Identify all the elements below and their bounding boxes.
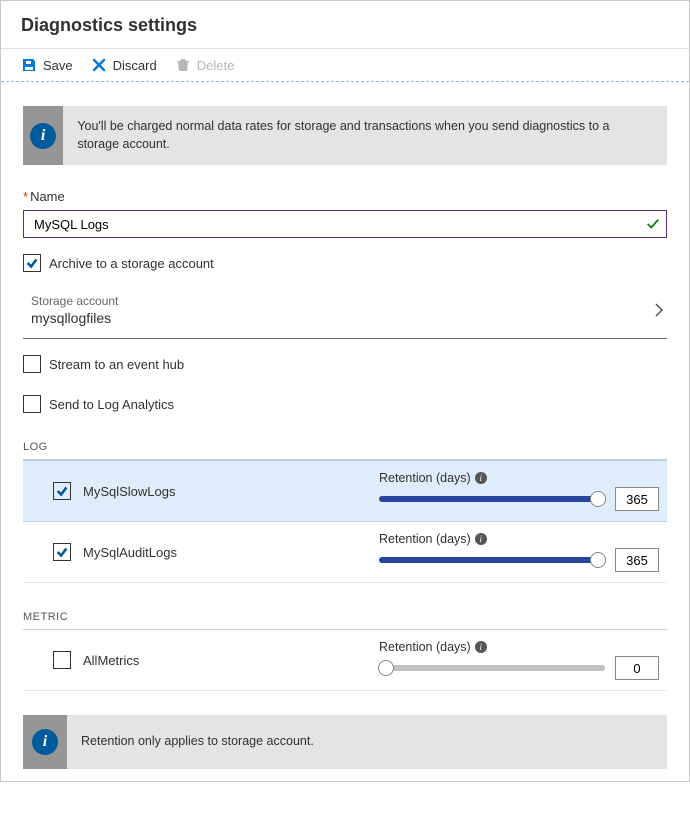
stream-option[interactable]: Stream to an event hub <box>23 355 667 373</box>
content-area: i You'll be charged normal data rates fo… <box>1 82 689 817</box>
delete-label: Delete <box>197 58 235 73</box>
discard-button[interactable]: Discard <box>91 57 157 73</box>
info-text-bottom: Retention only applies to storage accoun… <box>67 715 328 769</box>
storage-label: Storage account <box>31 294 118 308</box>
storage-value: mysqllogfiles <box>31 310 118 326</box>
storage-account-picker[interactable]: Storage account mysqllogfiles <box>31 294 667 326</box>
allmetrics-checkbox[interactable] <box>53 651 71 669</box>
allmetrics-label: AllMetrics <box>83 653 367 668</box>
log-section-heading: LOG <box>23 433 667 460</box>
name-label: Name <box>30 189 65 204</box>
delete-button: Delete <box>175 57 235 73</box>
page-title: Diagnostics settings <box>21 15 669 36</box>
analytics-checkbox[interactable] <box>23 395 41 413</box>
allmetrics-retention-slider[interactable] <box>379 659 605 677</box>
archive-label: Archive to a storage account <box>49 256 214 271</box>
info-text-top: You'll be charged normal data rates for … <box>63 106 667 165</box>
name-input[interactable] <box>32 212 646 236</box>
trash-icon <box>175 57 191 73</box>
save-label: Save <box>43 58 73 73</box>
auditlogs-checkbox[interactable] <box>53 543 71 561</box>
allmetrics-retention-input[interactable] <box>615 656 659 680</box>
required-indicator: * <box>23 189 28 204</box>
info-icon-wrap: i <box>23 715 67 769</box>
info-box-bottom: i Retention only applies to storage acco… <box>23 715 667 769</box>
analytics-option[interactable]: Send to Log Analytics <box>23 395 667 413</box>
slowlogs-retention-input[interactable] <box>615 487 659 511</box>
info-tip-icon[interactable]: i <box>475 472 487 484</box>
log-row-slowlogs[interactable]: MySqlSlowLogs Retention (days) i <box>23 460 667 522</box>
toolbar: Save Discard Delete <box>1 49 689 82</box>
storage-subpanel: Storage account mysqllogfiles <box>23 282 667 339</box>
check-icon <box>55 484 69 498</box>
save-icon <box>21 57 37 73</box>
discard-icon <box>91 57 107 73</box>
slowlogs-retention-slider[interactable] <box>379 490 605 508</box>
slowlogs-retention: Retention (days) i <box>379 471 659 511</box>
retention-label: Retention (days) <box>379 640 471 654</box>
auditlogs-retention-slider[interactable] <box>379 551 605 569</box>
check-icon <box>55 545 69 559</box>
info-tip-icon[interactable]: i <box>475 641 487 653</box>
info-icon-wrap: i <box>23 106 63 165</box>
check-icon <box>25 256 39 270</box>
auditlogs-retention-input[interactable] <box>615 548 659 572</box>
stream-label: Stream to an event hub <box>49 357 184 372</box>
analytics-label: Send to Log Analytics <box>49 397 174 412</box>
slowlogs-checkbox[interactable] <box>53 482 71 500</box>
auditlogs-label: MySqlAuditLogs <box>83 545 367 560</box>
valid-check-icon <box>646 217 660 231</box>
page-header: Diagnostics settings <box>1 1 689 49</box>
info-icon: i <box>32 729 58 755</box>
save-button[interactable]: Save <box>21 57 73 73</box>
info-box-top: i You'll be charged normal data rates fo… <box>23 106 667 165</box>
retention-label: Retention (days) <box>379 471 471 485</box>
metric-row-allmetrics[interactable]: AllMetrics Retention (days) i <box>23 630 667 691</box>
archive-option[interactable]: Archive to a storage account <box>23 254 667 272</box>
discard-label: Discard <box>113 58 157 73</box>
archive-checkbox[interactable] <box>23 254 41 272</box>
allmetrics-retention: Retention (days) i <box>379 640 659 680</box>
log-row-auditlogs[interactable]: MySqlAuditLogs Retention (days) i <box>23 522 667 583</box>
name-input-wrap[interactable] <box>23 210 667 238</box>
info-icon: i <box>30 123 56 149</box>
stream-checkbox[interactable] <box>23 355 41 373</box>
metric-section-heading: METRIC <box>23 603 667 630</box>
name-label-row: * Name <box>23 189 667 204</box>
info-tip-icon[interactable]: i <box>475 533 487 545</box>
retention-label: Retention (days) <box>379 532 471 546</box>
slowlogs-label: MySqlSlowLogs <box>83 484 367 499</box>
chevron-right-icon <box>651 302 667 318</box>
auditlogs-retention: Retention (days) i <box>379 532 659 572</box>
